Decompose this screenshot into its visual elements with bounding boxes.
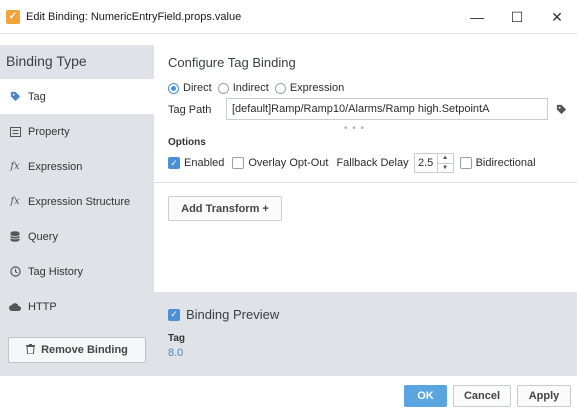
window-controls: — ☐ ✕ (457, 0, 577, 34)
tag-path-input[interactable]: [default]Ramp/Ramp10/Alarms/Ramp high.Se… (226, 98, 548, 120)
fallback-delay-value[interactable]: 2.5 (415, 154, 437, 172)
title-bar: ✓ Edit Binding: NumericEntryField.props.… (0, 0, 577, 34)
preview-label: Tag (168, 333, 186, 344)
close-button[interactable]: ✕ (537, 0, 577, 34)
fallback-delay-label: Fallback Delay (336, 157, 409, 169)
sidebar-item-label: Property (28, 125, 70, 138)
database-icon (8, 231, 22, 242)
sidebar-item-label: HTTP (28, 300, 57, 313)
divider (154, 182, 577, 183)
property-icon (8, 126, 22, 137)
sidebar-item-label: Query (28, 230, 58, 243)
indirect-label: Indirect (232, 82, 269, 94)
sidebar-item-label: Expression Structure (28, 195, 131, 208)
direct-label: Direct (183, 82, 212, 94)
minimize-button[interactable]: — (457, 0, 497, 34)
binding-preview-panel: ✓ Binding Preview Tag 8.0 (154, 292, 577, 375)
binding-mode-group: Direct Indirect Expression (168, 82, 350, 94)
maximize-button[interactable]: ☐ (497, 0, 537, 34)
sidebar-item-query[interactable]: Query (0, 219, 154, 254)
expression-radio[interactable] (274, 82, 286, 94)
expression-label: Expression (289, 82, 345, 94)
fx-icon: fx (10, 161, 20, 172)
sidebar-item-label: Tag History (28, 265, 84, 278)
app-icon: ✓ (6, 9, 20, 24)
sidebar-item-property[interactable]: Property (0, 114, 154, 149)
options-label: Options (168, 137, 206, 148)
trash-icon (26, 343, 36, 357)
direct-radio[interactable] (168, 82, 179, 94)
increment-icon[interactable]: ▲ (437, 154, 453, 164)
preview-value: 8.0 (168, 347, 184, 359)
bidirectional-checkbox[interactable] (459, 157, 472, 169)
add-transform-button[interactable]: Add Transform + (168, 196, 282, 221)
overlay-opt-out-label: Overlay Opt-Out (248, 157, 329, 169)
preview-header: ✓ Binding Preview (168, 307, 279, 322)
remove-binding-button[interactable]: Remove Binding (8, 337, 146, 363)
enabled-label: Enabled (184, 157, 225, 169)
cloud-icon (8, 302, 22, 311)
fx-icon: fx (10, 196, 20, 207)
sidebar-item-label: Tag (28, 90, 46, 103)
sidebar-item-label: Expression (28, 160, 83, 173)
cancel-button[interactable]: Cancel (453, 385, 511, 407)
apply-button[interactable]: Apply (517, 385, 571, 407)
dialog-footer: OK Cancel Apply (0, 375, 577, 410)
tag-icon (8, 91, 22, 102)
bidirectional-label: Bidirectional (475, 157, 536, 169)
stepper-buttons: ▲ ▼ (436, 154, 453, 173)
sidebar-item-expression[interactable]: fx Expression (0, 149, 154, 184)
ok-button[interactable]: OK (404, 385, 447, 407)
sidebar-item-tag-history[interactable]: Tag History (0, 254, 154, 289)
preview-checkbox[interactable]: ✓ (168, 308, 180, 321)
resize-grip-icon[interactable]: • • • (344, 123, 365, 134)
config-title: Configure Tag Binding (168, 55, 296, 70)
tag-browse-icon[interactable] (552, 100, 570, 118)
decrement-icon[interactable]: ▼ (438, 164, 453, 173)
overlay-opt-out-checkbox[interactable] (232, 157, 245, 169)
indirect-radio[interactable] (217, 82, 229, 94)
options-row: ✓ Enabled Overlay Opt-Out Fallback Delay… (168, 153, 544, 173)
binding-type-sidebar: Binding Type Tag Property fx Expression … (0, 45, 154, 375)
sidebar-item-http[interactable]: HTTP (0, 289, 154, 324)
sidebar-heading: Binding Type (6, 53, 87, 69)
remove-binding-label: Remove Binding (41, 344, 128, 356)
tag-path-label: Tag Path (168, 104, 212, 116)
fallback-delay-stepper[interactable]: 2.5 ▲ ▼ (413, 153, 454, 173)
enabled-checkbox[interactable]: ✓ (168, 157, 180, 169)
window-title: Edit Binding: NumericEntryField.props.va… (26, 10, 242, 23)
sidebar-item-tag[interactable]: Tag (0, 79, 154, 114)
preview-title: Binding Preview (186, 307, 280, 322)
sidebar-item-expression-structure[interactable]: fx Expression Structure (0, 184, 154, 219)
clock-icon (8, 266, 22, 277)
